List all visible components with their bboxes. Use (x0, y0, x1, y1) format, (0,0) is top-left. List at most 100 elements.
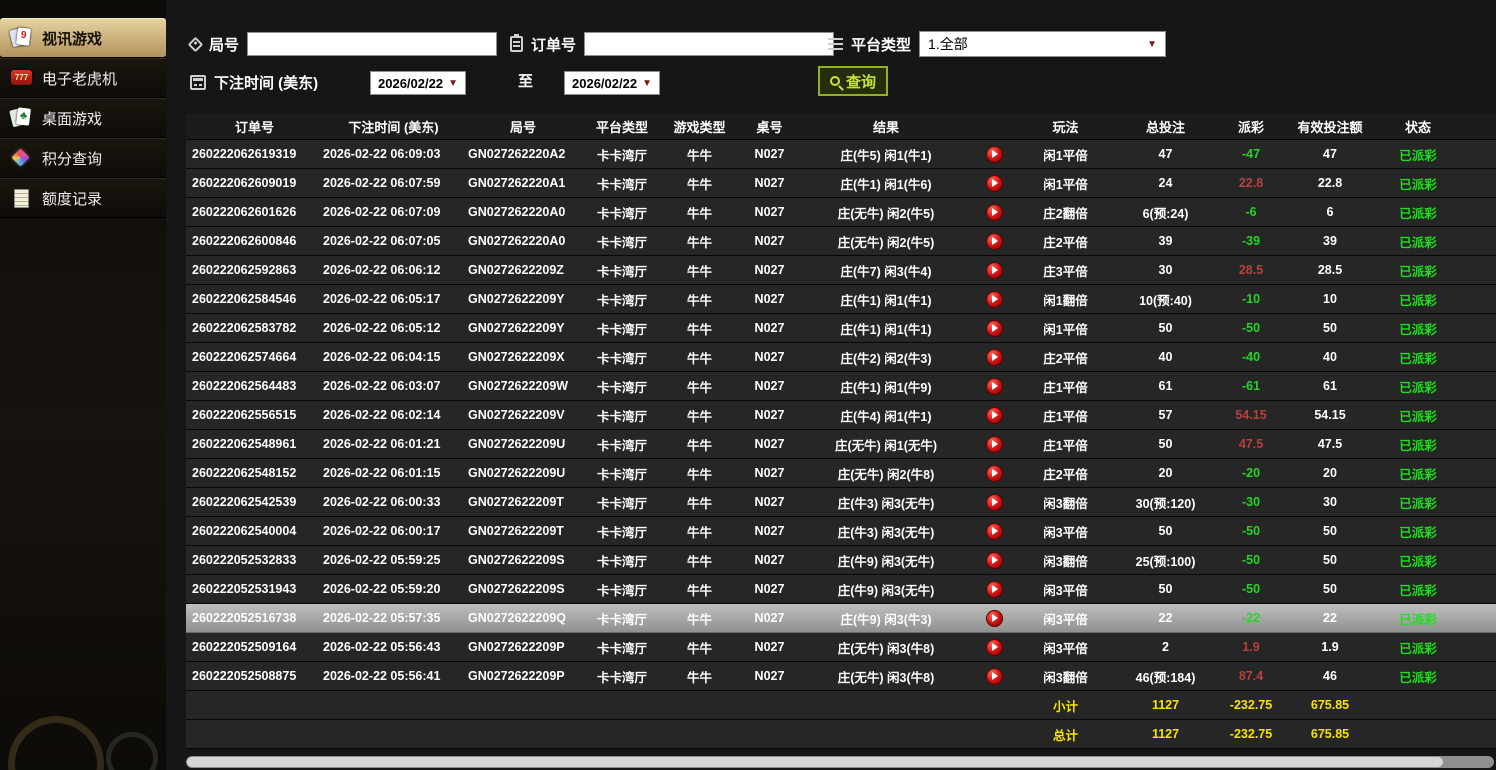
table-row[interactable]: 260222052509164 2026-02-22 05:56:43 GN02… (186, 633, 1496, 662)
cell-table-number: N027 (737, 662, 802, 690)
cell-table-number: N027 (737, 401, 802, 429)
column-header-result: 结果 (802, 114, 970, 139)
tag-icon (188, 36, 204, 52)
cell-order-number: 260222062600846 (186, 227, 323, 255)
play-replay-button[interactable] (986, 552, 1003, 569)
play-replay-button[interactable] (986, 378, 1003, 395)
play-replay-button[interactable] (986, 291, 1003, 308)
play-replay-button[interactable] (986, 407, 1003, 424)
play-replay-button[interactable] (986, 581, 1003, 598)
cell-bet-time: 2026-02-22 05:56:41 (323, 662, 464, 690)
play-replay-button[interactable] (986, 146, 1003, 163)
cell-round-number: GN027262220A0 (464, 198, 582, 226)
cell-extra (1460, 459, 1496, 487)
cell-status: 已派彩 (1376, 517, 1460, 545)
play-replay-button[interactable] (986, 320, 1003, 337)
play-replay-button[interactable] (986, 523, 1003, 540)
cell-platform-type: 卡卡湾厅 (582, 372, 662, 400)
play-replay-button[interactable] (986, 465, 1003, 482)
cell-extra (1460, 662, 1496, 690)
sidebar-item-quota-records[interactable]: 额度记录 (0, 178, 166, 218)
cell-order-number: 260222052531943 (186, 575, 323, 603)
table-row[interactable]: 260222062548152 2026-02-22 06:01:15 GN02… (186, 459, 1496, 488)
play-replay-button[interactable] (986, 233, 1003, 250)
cell-round-number: GN0272622209T (464, 517, 582, 545)
table-row[interactable]: 260222052531943 2026-02-22 05:59:20 GN02… (186, 575, 1496, 604)
play-replay-button[interactable] (986, 610, 1003, 627)
platform-type-label: 平台类型 (851, 34, 911, 55)
cell-result: 庄(牛2) 闲2(牛3) (802, 343, 970, 371)
horizontal-scrollbar[interactable] (186, 756, 1494, 768)
cell-valid-bet: 1.9 (1284, 633, 1376, 661)
table-row[interactable]: 260222062584546 2026-02-22 06:05:17 GN02… (186, 285, 1496, 314)
play-replay-button[interactable] (986, 494, 1003, 511)
cell-total-bet: 50 (1113, 575, 1218, 603)
query-button[interactable]: 查询 (818, 66, 888, 96)
play-replay-button[interactable] (986, 639, 1003, 656)
cell-valid-bet: 50 (1284, 546, 1376, 574)
cell-bet-time: 2026-02-22 05:57:35 (323, 604, 464, 632)
play-replay-button[interactable] (986, 436, 1003, 453)
cell-valid-bet: 50 (1284, 314, 1376, 342)
cell-platform-type: 卡卡湾厅 (582, 256, 662, 284)
table-row[interactable]: 260222052508875 2026-02-22 05:56:41 GN02… (186, 662, 1496, 691)
cell-result: 庄(无牛) 闲2(牛5) (802, 227, 970, 255)
date-to-select[interactable]: 2026/02/22 ▼ (564, 71, 660, 95)
cell-extra (1460, 169, 1496, 197)
play-replay-button[interactable] (986, 349, 1003, 366)
table-row[interactable]: 260222062540004 2026-02-22 06:00:17 GN02… (186, 517, 1496, 546)
column-header-table_no: 桌号 (737, 114, 802, 139)
cell-order-number: 260222062548152 (186, 459, 323, 487)
cell-order-number: 260222052532833 (186, 546, 323, 574)
sidebar-item-points-query[interactable]: 积分查询 (0, 138, 166, 178)
play-replay-button[interactable] (986, 262, 1003, 279)
table-row[interactable]: 260222062619319 2026-02-22 06:09:03 GN02… (186, 140, 1496, 169)
round-number-input[interactable] (247, 32, 497, 56)
cell-payout: -10 (1218, 285, 1284, 313)
table-row[interactable]: 260222062592863 2026-02-22 06:06:12 GN02… (186, 256, 1496, 285)
cell-result: 庄(牛1) 闲1(牛9) (802, 372, 970, 400)
date-from-select[interactable]: 2026/02/22 ▼ (370, 71, 466, 95)
column-header-status: 状态 (1376, 114, 1460, 139)
cell-order-number: 260222062574664 (186, 343, 323, 371)
cell-order-number: 260222062540004 (186, 517, 323, 545)
platform-type-select[interactable]: 1.全部 ▼ (919, 31, 1166, 57)
cell-valid-bet: 61 (1284, 372, 1376, 400)
play-replay-button[interactable] (986, 175, 1003, 192)
cell-result: 庄(无牛) 闲1(无牛) (802, 430, 970, 458)
cell-game-type: 牛牛 (662, 140, 737, 168)
table-row[interactable]: 260222062609019 2026-02-22 06:07:59 GN02… (186, 169, 1496, 198)
table-row[interactable]: 260222062556515 2026-02-22 06:02:14 GN02… (186, 401, 1496, 430)
sidebar-item-slot-machines[interactable]: 电子老虎机 (0, 58, 166, 98)
sidebar-item-video-games[interactable]: 视讯游戏 (0, 18, 166, 58)
table-row[interactable]: 260222062542539 2026-02-22 06:00:33 GN02… (186, 488, 1496, 517)
table-row[interactable]: 260222052532833 2026-02-22 05:59:25 GN02… (186, 546, 1496, 575)
column-header-bet_type: 玩法 (1018, 114, 1113, 139)
cell-round-number: GN0272622209S (464, 546, 582, 574)
order-number-input[interactable] (584, 32, 834, 56)
cell-order-number: 260222052509164 (186, 633, 323, 661)
cell-result: 庄(无牛) 闲3(牛8) (802, 633, 970, 661)
table-row[interactable]: 260222062601626 2026-02-22 06:07:09 GN02… (186, 198, 1496, 227)
table-row[interactable]: 260222062574664 2026-02-22 06:04:15 GN02… (186, 343, 1496, 372)
table-row[interactable]: 260222062548961 2026-02-22 06:01:21 GN02… (186, 430, 1496, 459)
calendar-icon (190, 75, 206, 90)
cell-game-type: 牛牛 (662, 633, 737, 661)
cell-bet-time: 2026-02-22 06:03:07 (323, 372, 464, 400)
cell-round-number: GN0272622209Z (464, 256, 582, 284)
cell-result: 庄(牛4) 闲1(牛1) (802, 401, 970, 429)
play-replay-button[interactable] (986, 668, 1003, 685)
table-row[interactable]: 260222062600846 2026-02-22 06:07:05 GN02… (186, 227, 1496, 256)
table-row[interactable]: 260222062564483 2026-02-22 06:03:07 GN02… (186, 372, 1496, 401)
cell-result: 庄(牛1) 闲1(牛1) (802, 285, 970, 313)
sidebar-item-table-games[interactable]: 桌面游戏 (0, 98, 166, 138)
table-row[interactable]: 260222052516738 2026-02-22 05:57:35 GN02… (186, 604, 1496, 633)
total-row: 总计 1127 -232.75 675.85 (186, 720, 1496, 749)
play-replay-button[interactable] (986, 204, 1003, 221)
table-row[interactable]: 260222062583782 2026-02-22 06:05:12 GN02… (186, 314, 1496, 343)
records-table: 订单号下注时间 (美东)局号平台类型游戏类型桌号结果玩法总投注派彩有效投注额状态… (186, 114, 1496, 749)
cell-game-type: 牛牛 (662, 662, 737, 690)
cell-empty (1376, 691, 1460, 719)
scrollbar-thumb[interactable] (187, 757, 1443, 767)
cell-replay (970, 430, 1018, 458)
